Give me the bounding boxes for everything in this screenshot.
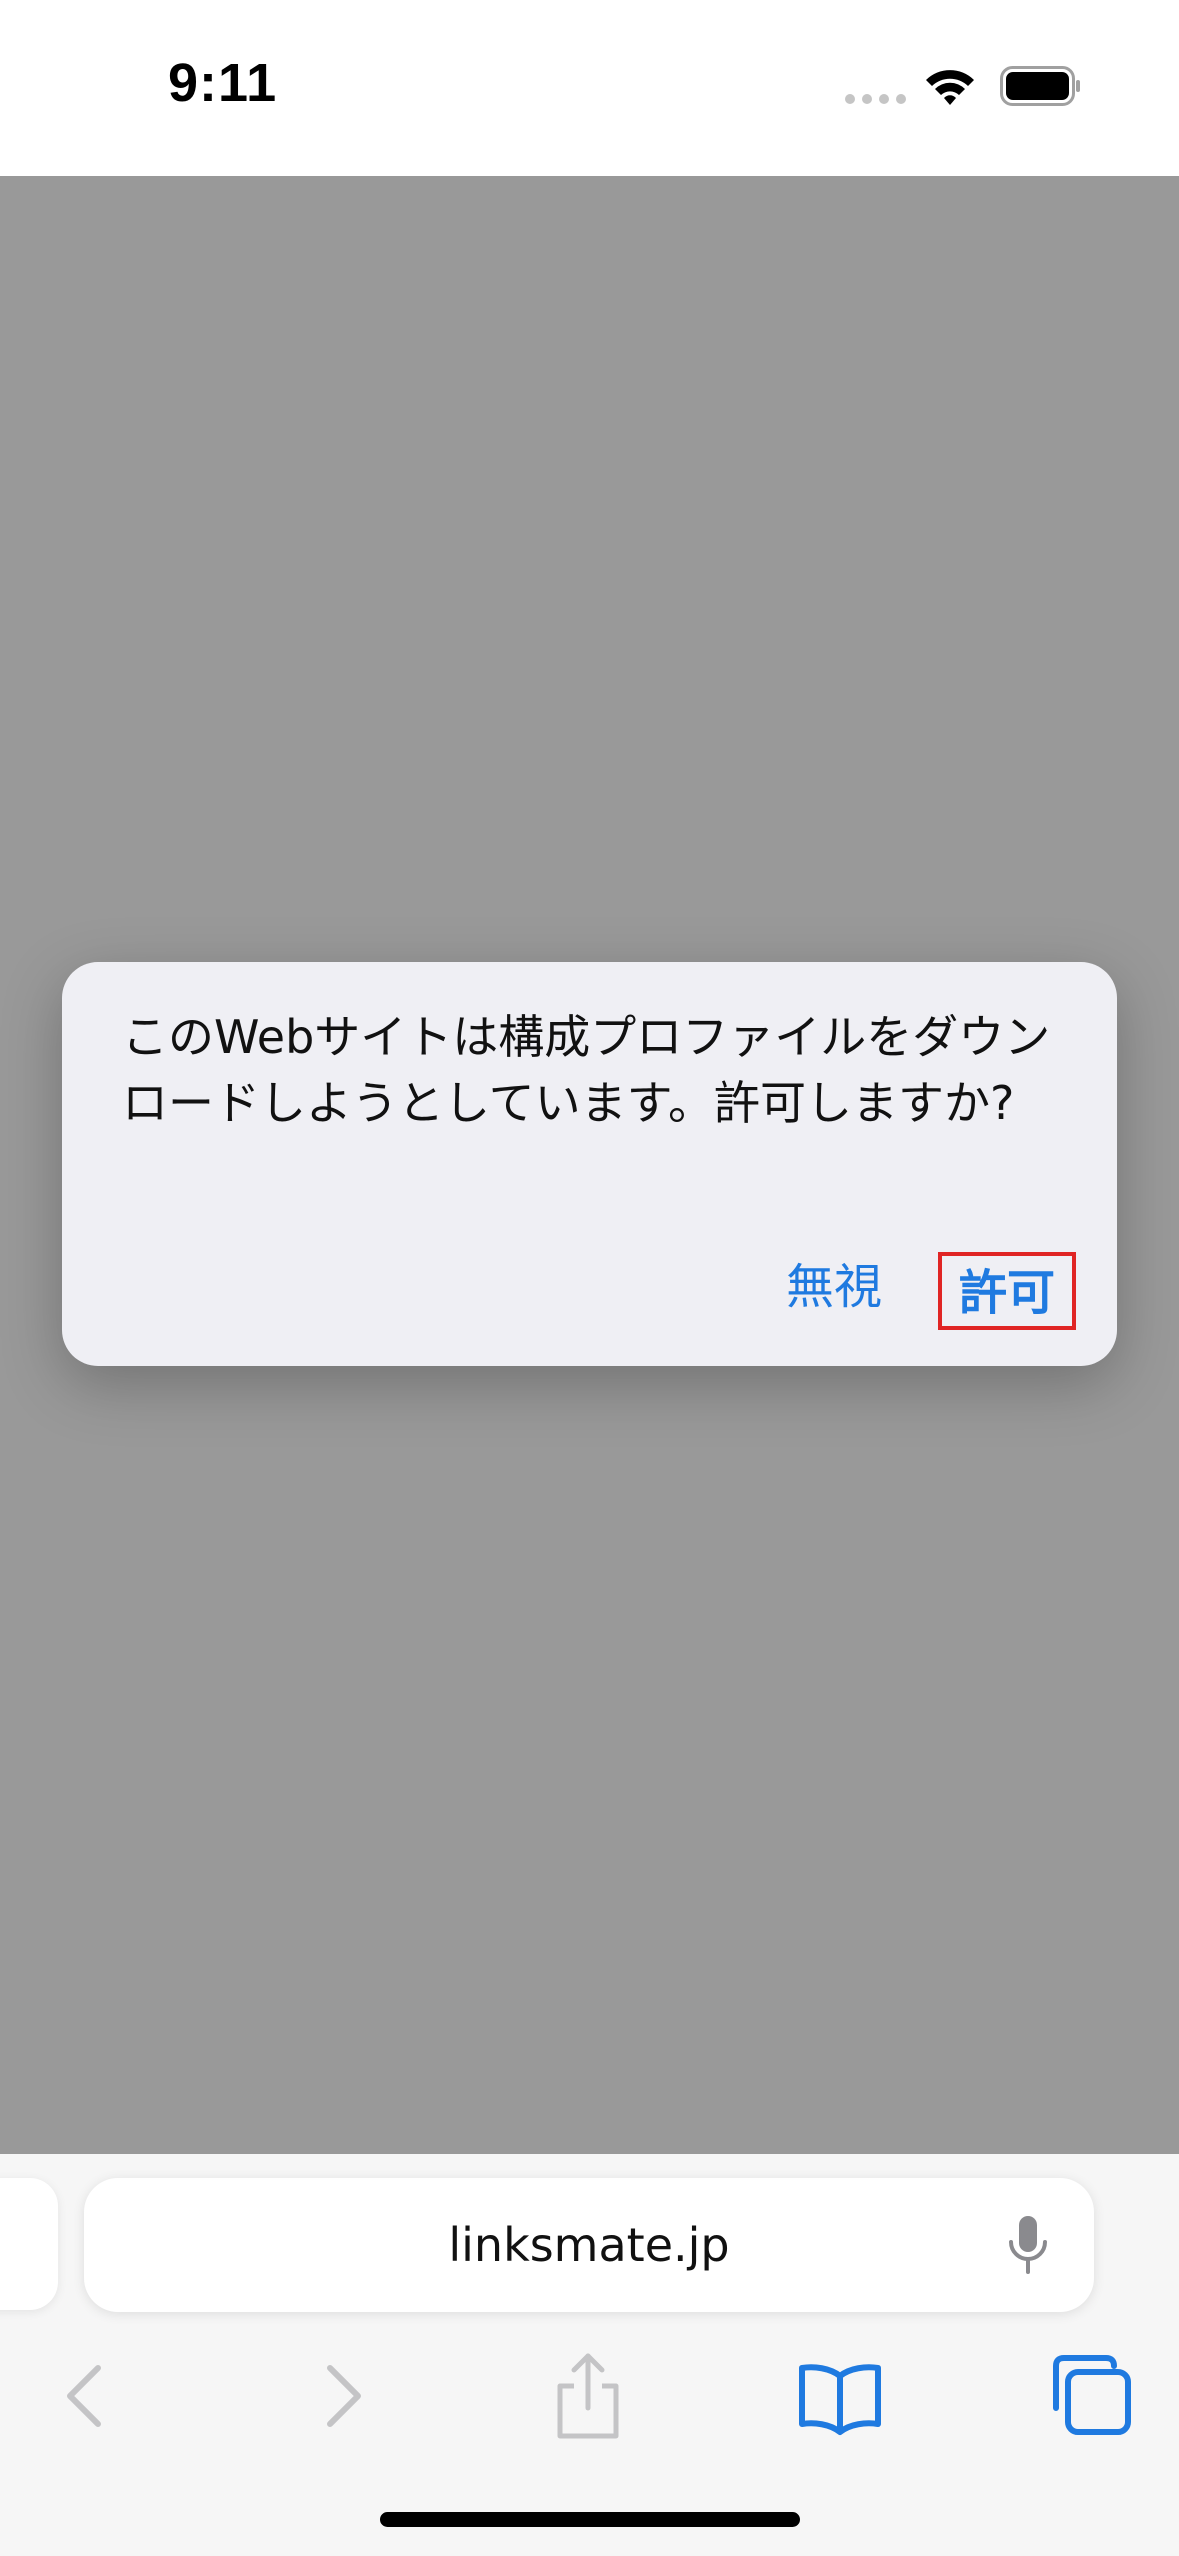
- address-bar[interactable]: linksmate.jp: [84, 2178, 1094, 2312]
- allow-button[interactable]: 許可: [938, 1252, 1076, 1330]
- bookmarks-icon[interactable]: [792, 2348, 888, 2444]
- previous-tab-address-bar[interactable]: [0, 2178, 58, 2310]
- status-time: 9:11: [168, 53, 278, 113]
- wifi-icon: [926, 70, 974, 105]
- address-url: linksmate.jp: [448, 2218, 730, 2272]
- tabs-icon[interactable]: [1042, 2348, 1138, 2444]
- forward-icon[interactable]: [292, 2348, 388, 2444]
- cellular-signal-icon: [845, 94, 906, 104]
- back-icon[interactable]: [40, 2348, 136, 2444]
- home-indicator[interactable]: [380, 2512, 800, 2527]
- share-icon[interactable]: [540, 2348, 636, 2444]
- status-bar: 9:11: [0, 0, 1179, 176]
- microphone-icon[interactable]: [1006, 2214, 1050, 2278]
- browser-toolbar: linksmate.jp: [0, 2154, 1179, 2556]
- ignore-button[interactable]: 無視: [774, 1252, 894, 1322]
- profile-download-alert: このWebサイトは構成プロファイルをダウンロードしようとしています。許可しますか…: [62, 962, 1117, 1366]
- alert-message: このWebサイトは構成プロファイルをダウンロードしようとしています。許可しますか…: [122, 1010, 1051, 1130]
- battery-icon: [1000, 66, 1080, 106]
